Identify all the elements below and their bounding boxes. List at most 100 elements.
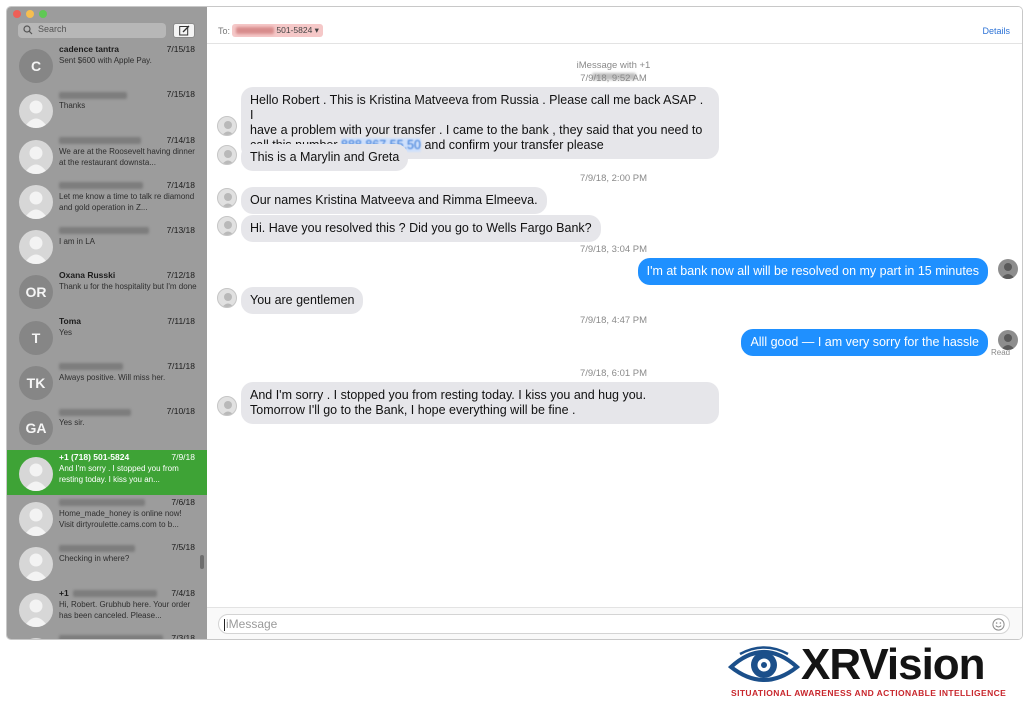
person-photo-icon — [1001, 263, 1015, 279]
sender-avatar — [217, 216, 237, 236]
conversation-item[interactable]: T Toma 7/11/18 Yes — [7, 314, 207, 359]
details-button[interactable]: Details — [982, 26, 1010, 36]
search-icon — [23, 25, 33, 35]
conversation-date: 7/14/18 — [166, 134, 195, 145]
conversation-date: 7/9/18 — [171, 451, 195, 462]
person-icon — [222, 193, 234, 207]
sidebar-scrollbar[interactable] — [200, 555, 204, 569]
conversation-date: 7/12/18 — [166, 270, 195, 281]
person-icon — [24, 100, 48, 129]
timestamp: 7/9/18, 4:47 PM — [579, 315, 648, 326]
sender-avatar — [217, 396, 237, 416]
conversation-item[interactable]: 7/15/18 Thanks — [7, 87, 207, 132]
message-bubble-incoming[interactable]: Our names Kristina Matveeva and Rimma El… — [241, 187, 547, 214]
conversation-date: 7/5/18 — [171, 542, 195, 553]
brand-logo: XRVision SITUATIONAL AWARENESS AND ACTIO… — [728, 640, 1020, 701]
message-preview: Yes sir. — [59, 418, 85, 428]
conversation-item[interactable]: 7/5/18 Checking in where? — [7, 540, 207, 585]
contact-avatar — [19, 456, 53, 491]
message-preview: We are at the Roosevelt having dinner at… — [59, 146, 195, 167]
message-line: Hello Robert . This is Kristina Matveeva… — [250, 93, 704, 122]
conversation-item[interactable]: OR Oxana Russki 7/12/18 Thank u for the hos… — [7, 268, 207, 313]
message-preview: Sent $600 with Apple Pay. — [59, 56, 152, 65]
conversation-item[interactable]: 7/14/18 We are at the Roosevelt having di… — [7, 133, 207, 178]
redacted-text — [59, 91, 127, 99]
conversation-item[interactable]: 7/14/18 Let me know a time to talk re dia… — [7, 178, 207, 223]
messages-window: Search Ccadence tantra 7/15/18 Sent $600 w… — [6, 6, 1023, 640]
contact-avatar: OR — [19, 275, 53, 310]
conversation-item[interactable]: 7/3/18 — [7, 631, 207, 639]
contact-avatar — [19, 94, 53, 129]
sender-avatar — [217, 116, 237, 136]
conversation-date: 7/10/18 — [166, 406, 195, 417]
message-bubble-incoming[interactable]: You are gentlemen — [241, 287, 364, 314]
message-line: have a problem with your transfer . I ca… — [250, 123, 703, 137]
my-avatar — [998, 330, 1018, 350]
timestamp: 7/9/18, 2:00 PM — [579, 173, 648, 184]
conversation-item[interactable]: 7/13/18 I am in LA — [7, 223, 207, 268]
contact-name — [59, 135, 141, 145]
contact-name — [59, 633, 163, 639]
message-bubble-incoming[interactable]: And I'm sorry . I stopped you from resti… — [241, 382, 719, 424]
message-bubble-incoming[interactable]: This is a Marylin and Greta — [241, 144, 409, 171]
person-icon — [24, 508, 48, 536]
contact-name-text: Toma — [59, 315, 82, 326]
minimize-window-button[interactable] — [26, 10, 34, 18]
message-preview: Thank u for the hospitality but I'm done — [59, 282, 197, 292]
maximize-window-button[interactable] — [39, 10, 47, 18]
search-input[interactable]: Search — [18, 23, 166, 38]
contact-avatar — [19, 592, 53, 627]
contact-name — [59, 180, 143, 190]
person-icon — [24, 191, 48, 219]
read-receipt: Read — [991, 348, 1011, 357]
sender-avatar — [217, 288, 237, 308]
conversation-item[interactable]: Ccadence tantra 7/15/18 Sent $600 with App… — [7, 42, 207, 87]
conversation-item[interactable]: +1 (718) 501-5824 7/9/18 And I'm sorry . I… — [7, 449, 207, 495]
contact-name — [59, 225, 149, 235]
message-bubble-incoming[interactable]: Hi. Have you resolved this ? Did you go … — [241, 215, 601, 242]
conversation-item[interactable]: 7/6/18 Home_made_honey is online now! Vis… — [7, 495, 207, 540]
message-text: and confirm your transfer please — [420, 138, 604, 152]
emoji-icon[interactable] — [992, 618, 1005, 631]
brand-name: XRVision — [801, 640, 986, 689]
contact-name: Toma — [59, 316, 81, 326]
message-bubble-outgoing[interactable]: I'm at bank now all will be resolved on … — [637, 258, 988, 285]
message-input[interactable]: iMessage — [218, 614, 1010, 634]
redacted-text — [59, 182, 143, 190]
composer-bar: iMessage — [207, 607, 1022, 639]
contact-avatar: C — [19, 49, 53, 83]
contact-avatar — [19, 637, 53, 639]
search-placeholder: Search — [38, 24, 67, 34]
conversation-date: 7/15/18 — [166, 44, 195, 54]
redacted-text — [59, 499, 145, 507]
contact-name — [59, 497, 145, 507]
thread-header-text: iMessage with +1 — [576, 60, 651, 71]
close-window-button[interactable] — [13, 10, 21, 18]
conversation-date: 7/13/18 — [166, 225, 195, 236]
conversation-item[interactable]: +1 7/4/18 Hi, Robert. Grubhub here. Your o… — [7, 586, 207, 631]
person-icon — [19, 638, 53, 639]
conversation-item[interactable]: TK 7/11/18 Always positive. Will miss her. — [7, 359, 207, 404]
message-preview: Checking in where? — [59, 554, 130, 564]
message-bubble-outgoing[interactable]: Alll good — I am very sorry for the hass… — [741, 329, 988, 356]
sidebar: Search Ccadence tantra 7/15/18 Sent $600 w… — [7, 7, 207, 639]
message-line: Tomorrow I'll go to the Bank, I hope eve… — [250, 403, 576, 417]
brand-tagline: SITUATIONAL AWARENESS AND ACTIONABLE INT… — [731, 688, 1007, 698]
contact-avatar: T — [19, 320, 53, 355]
person-icon — [24, 599, 48, 627]
contact-name — [59, 89, 127, 99]
message-preview: Hi, Robert. Grubhub here. Your order has… — [59, 599, 191, 620]
person-icon — [222, 150, 234, 164]
compose-button[interactable] — [173, 23, 195, 38]
contact-name: Oxana Russki — [59, 270, 115, 280]
contact-name: cadence tantra — [59, 44, 119, 54]
recipient-chip[interactable]: 501-5824 ▾ — [232, 24, 323, 37]
contact-avatar — [19, 230, 53, 265]
chevron-down-icon: ▾ — [314, 25, 319, 35]
contact-name-text: +1 — [59, 587, 69, 598]
contact-name — [59, 542, 135, 552]
conversation-date: 7/11/18 — [167, 361, 195, 372]
conversation-item[interactable]: GA 7/10/18 Yes sir. — [7, 404, 207, 449]
message-placeholder: iMessage — [226, 617, 278, 631]
redacted-text — [72, 589, 157, 597]
